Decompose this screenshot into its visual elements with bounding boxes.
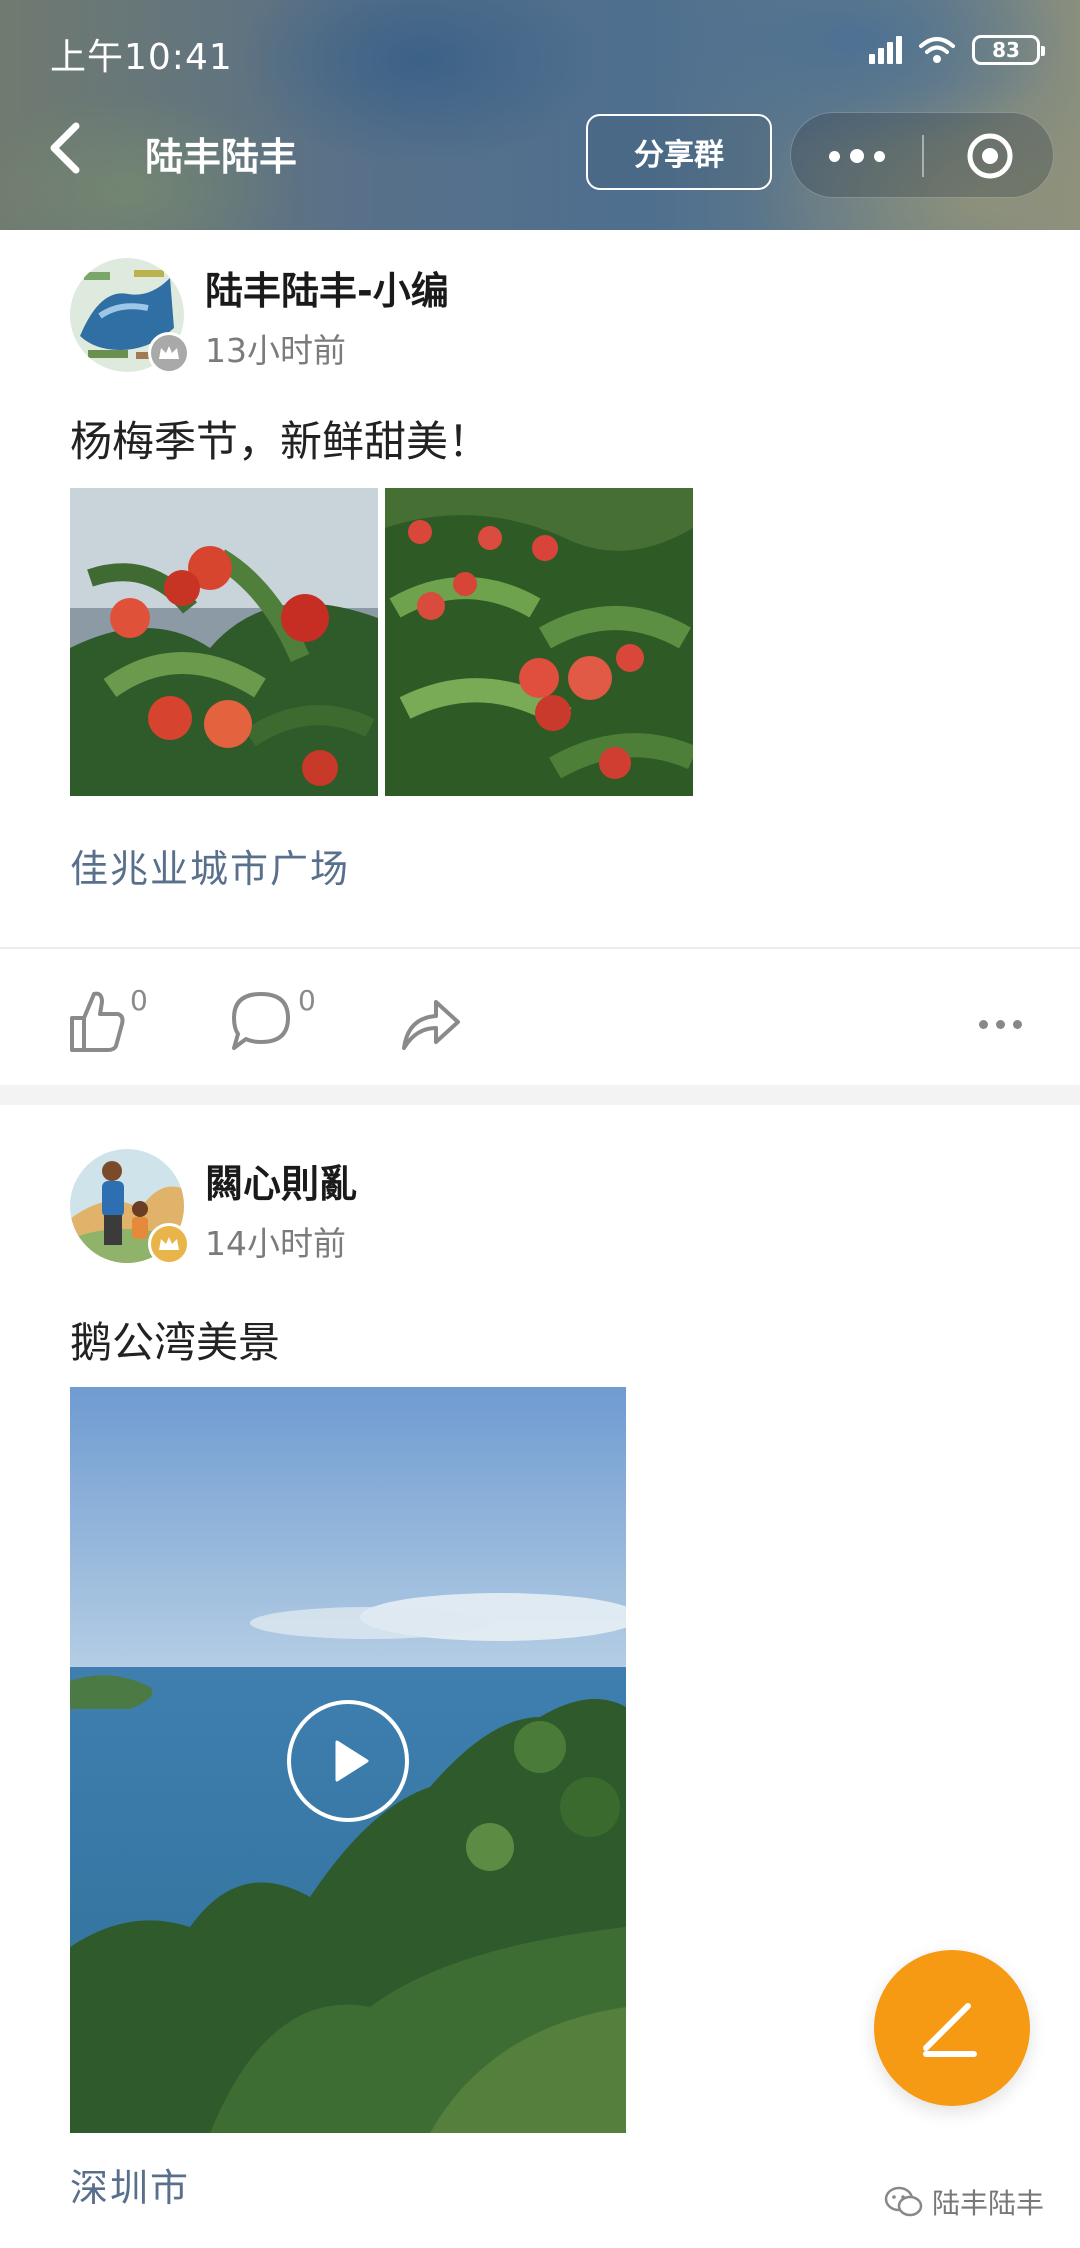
crown-badge-icon: [148, 1223, 190, 1265]
battery-level: 83: [992, 38, 1020, 62]
share-arrow-icon: [402, 1000, 460, 1050]
author-name[interactable]: 陆丰陆丰-小编: [205, 260, 449, 315]
page-title: 陆丰陆丰: [145, 135, 298, 179]
avatar[interactable]: [70, 258, 190, 374]
wechat-watermark: 陆丰陆丰: [884, 2182, 1044, 2222]
battery-icon: 83: [972, 35, 1045, 65]
avatar[interactable]: [70, 1149, 190, 1265]
pencil-icon: [923, 2003, 977, 2057]
author-name[interactable]: 闗心則亂: [205, 1153, 357, 1208]
like-button[interactable]: 0: [66, 984, 148, 1068]
header: 上午10:41 83 陆丰陆丰 分享群: [0, 0, 1080, 230]
chevron-left-icon: [50, 122, 80, 174]
comment-icon: [232, 992, 290, 1050]
forward-button[interactable]: [398, 992, 464, 1072]
signal-icon: [869, 36, 902, 64]
more-menu-button[interactable]: [791, 113, 922, 199]
comment-count: 0: [298, 984, 316, 1017]
status-time: 上午10:41: [50, 37, 233, 78]
back-button[interactable]: [42, 118, 92, 178]
divider: [0, 947, 1080, 949]
crown-badge-icon: [148, 332, 190, 374]
like-count: 0: [130, 984, 148, 1017]
compose-post-button[interactable]: [874, 1950, 1030, 2106]
post-content: 杨梅季节，新鲜甜美！: [70, 417, 491, 466]
post-time: 13小时前: [205, 331, 346, 370]
post-card: 陆丰陆丰-小编 13小时前 杨梅季节，新鲜甜美！ 佳兆业城市广场 0 0: [0, 230, 1080, 1085]
post-location[interactable]: 佳兆业城市广场: [70, 838, 350, 893]
miniprogram-capsule: [790, 112, 1054, 198]
wifi-icon: [919, 37, 955, 63]
post-time: 14小时前: [205, 1224, 346, 1263]
video-play-button[interactable]: [287, 1700, 409, 1822]
post-photo[interactable]: [70, 488, 378, 796]
post-photo[interactable]: [385, 488, 693, 796]
bayberry-photo-1: [70, 488, 378, 796]
play-icon: [335, 1740, 369, 1782]
share-group-button[interactable]: 分享群: [586, 114, 772, 190]
post-content: 鹅公湾美景: [70, 1318, 281, 1367]
post-more-button[interactable]: [979, 1020, 1022, 1029]
comment-button[interactable]: 0: [228, 984, 316, 1068]
target-close-icon: [967, 133, 1012, 179]
watermark-label: 陆丰陆丰: [931, 2187, 1044, 2220]
close-miniprogram-button[interactable]: [924, 113, 1055, 199]
post-separator: [0, 1085, 1080, 1105]
post-video[interactable]: [70, 1387, 626, 2133]
status-icons: 83: [869, 30, 1045, 70]
post-location[interactable]: 深圳市: [70, 2157, 190, 2212]
thumbs-up-icon: [70, 991, 125, 1052]
page: 上午10:41 83 陆丰陆丰 分享群 陆丰陆丰-小编 13小时前 杨梅季节，新…: [0, 0, 1080, 2248]
bayberry-photo-2: [385, 488, 693, 796]
wechat-icon: [884, 2186, 923, 2217]
